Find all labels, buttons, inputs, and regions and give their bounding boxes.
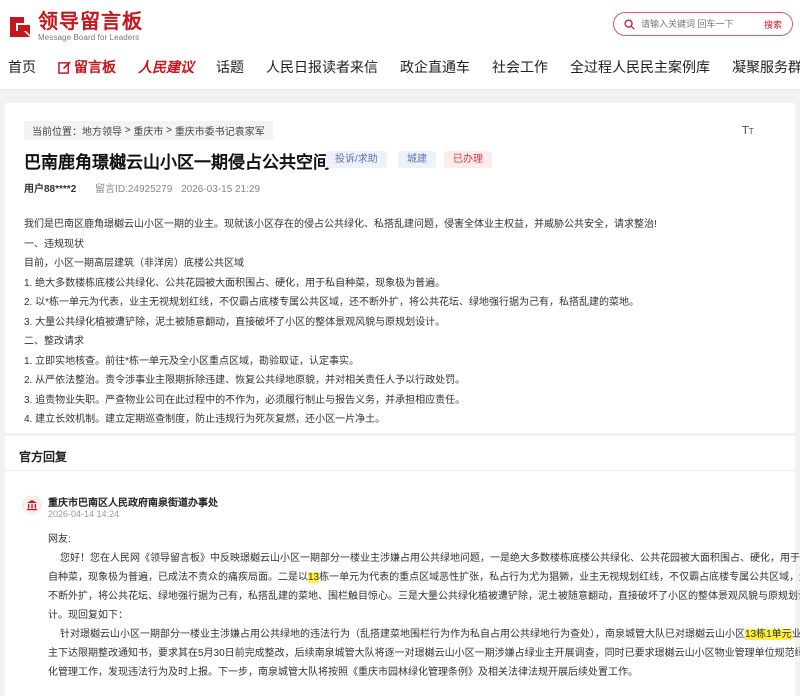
logo-icon (8, 15, 32, 39)
message-body: 我们是巴南区鹿角璟樾云山小区一期的业主。现就该小区存在的侵占公共绿化、私搭乱建问… (24, 215, 774, 430)
nav-gov-enterprise[interactable]: 政企直通车 (400, 57, 470, 77)
search-button[interactable]: 搜索 (764, 18, 782, 31)
message-paragraph: 2. 以*栋一单元为代表，业主无视规划红线，不仅霸占底楼专属公共区域，还不断外扩… (24, 297, 640, 308)
message-time: 2026-03-15 21:29 (181, 184, 261, 195)
logo-title: 领导留言板 (38, 9, 143, 33)
reply-paragraph: 您好！您在人民网《领导留言板》中反映璟樾云山小区一期部分一楼业主涉嫌占用公共绿地… (60, 553, 800, 564)
reply-text-span: 自种菜，现象极为普遍，已成法不责众的痛疾局面。二是以 (48, 572, 308, 583)
breadcrumb-item-chongqing[interactable]: 重庆市 (133, 123, 163, 138)
status-badge: 已办理 (444, 151, 492, 168)
message-id: 留言ID:24925279 (95, 184, 173, 195)
reply-body: 网友: 您好！您在人民网《领导留言板》中反映璟樾云山小区一期部分一楼业主涉嫌占用… (48, 530, 800, 682)
nav-topics[interactable]: 话题 (216, 57, 244, 77)
nav-message-board[interactable]: 留言板 (58, 57, 116, 77)
nav-serve-masses[interactable]: 凝聚服务群众 (732, 57, 800, 77)
breadcrumb-sep: > (122, 125, 134, 136)
site-header: 领导留言板 Message Board for Leaders 搜索 首页 留言… (0, 0, 800, 90)
reply-text-span: 业 (791, 629, 800, 640)
message-paragraph: 二、整改请求 (24, 336, 84, 347)
message-paragraph: 3. 追责物业失职。严查物业公司在此过程中的不作为，必须履行制止与报告义务，并承… (24, 394, 466, 406)
message-paragraph: 一、违规现状 (24, 238, 84, 250)
reply-paragraph: 针对璟樾云山小区一期部分一楼业主涉嫌占用公共绿地的违法行为（乱搭建菜地围栏行为作… (48, 625, 800, 644)
nav-home[interactable]: 首页 (8, 57, 36, 77)
search-box: 搜索 (613, 12, 793, 36)
reply-highlight: 13 (308, 572, 320, 583)
reply-text-span: 栋一单元为代表的重点区域恶性扩张，私占行为尤为猖獗，业主无视规划红线，不仅霸占底… (319, 572, 800, 583)
nav-people-suggestion[interactable]: 人民建议 (138, 57, 194, 77)
reply-org-name: 重庆市巴南区人民政府南泉街道办事处 (48, 498, 218, 509)
main-nav: 首页 留言板 人民建议 话题 人民日报读者来信 政企直通车 社会工作 全过程人民… (8, 57, 800, 77)
message-title: 巴南鹿角璟樾云山小区一期侵占公共空间 (24, 153, 330, 172)
message-paragraph: 1. 立即实地核查。前往*栋一单元及全小区重点区域，勘验取证，认定事实。 (24, 355, 360, 367)
message-meta: 用户88****2 留言ID:24925279 2026-03-15 21:29 (24, 180, 260, 195)
breadcrumb-prefix: 当前位置： (32, 127, 82, 138)
site-logo[interactable]: 领导留言板 Message Board for Leaders (8, 11, 143, 42)
divider (5, 470, 795, 471)
message-paragraph: 1. 绝大多数楼栋底楼公共绿化、公共花园被大面积围占、硬化，用于私自种菜，现象极… (24, 277, 446, 289)
reply-paragraph: 自种菜，现象极为普遍，已成法不责众的痛疾局面。二是以13栋一单元为代表的重点区域… (48, 568, 800, 587)
reply-time: 2026-04-14 14:24 (48, 509, 120, 519)
nav-readers-letters[interactable]: 人民日报读者来信 (266, 57, 378, 77)
edit-icon (58, 60, 71, 74)
logo-subtitle: Message Board for Leaders (38, 33, 140, 42)
message-user: 用户88****2 (24, 184, 77, 195)
search-input[interactable] (641, 19, 751, 29)
reply-section-title: 官方回复 (19, 450, 68, 464)
reply-paragraph: 计。现回复如下： (48, 610, 128, 621)
search-icon (624, 18, 635, 30)
reply-paragraph: 不断外扩，将公共花坛、绿地强行据为己有，私搭乱建的菜地、围栏触目惊心。三是大量公… (48, 591, 800, 602)
reply-highlight: 13栋1单元 (745, 629, 792, 640)
reply-text-span: 针对璟樾云山小区一期部分一楼业主涉嫌占用公共绿地的违法行为（乱搭建菜地围栏行为作… (60, 629, 745, 640)
font-size-toggle-icon[interactable]: TT (742, 124, 754, 137)
reply-paragraph: 化管理工作，发现违法行为及时上报。下一步，南泉城管大队将按照《重庆市园林绿化管理… (48, 667, 638, 678)
message-paragraph: 4. 建立长效机制。建立定期巡查制度，防止违规行为死灰复燃，还小区一片净土。 (24, 414, 386, 425)
breadcrumb-sep: > (163, 125, 175, 136)
message-paragraph: 目前，小区一期高层建筑（非洋房）底楼公共区域 (24, 258, 244, 269)
nav-democracy-cases[interactable]: 全过程人民民主案例库 (570, 57, 710, 77)
message-paragraph: 2. 从严依法整治。责令涉事业主限期拆除违建、恢复公共绿地原貌，并对相关责任人予… (24, 375, 466, 386)
tag-complaint[interactable]: 投诉/求助 (326, 151, 387, 168)
breadcrumb-item-leaders[interactable]: 地方领导 (82, 123, 122, 138)
message-paragraph: 我们是巴南区鹿角璟樾云山小区一期的业主。现就该小区存在的侵占公共绿化、私搭乱建问… (24, 219, 657, 230)
breadcrumb-item-secretary[interactable]: 重庆市委书记袁家军 (175, 123, 265, 138)
message-paragraph: 3. 大量公共绿化植被遭铲除，泥土被随意翻动，直接破坏了小区的整体景观风貌与原规… (24, 316, 446, 328)
government-building-icon (22, 495, 42, 515)
nav-message-board-label: 留言板 (74, 59, 116, 75)
reply-greeting: 网友: (48, 534, 71, 545)
nav-social-work[interactable]: 社会工作 (492, 57, 548, 77)
breadcrumb: 当前位置： 地方领导 > 重庆市 > 重庆市委书记袁家军 (24, 121, 273, 140)
reply-paragraph: 主下达限期整改通知书，要求其在5月30日前完成整改，后续南泉城管大队将逐一对璟樾… (48, 648, 800, 659)
tag-urban-construction[interactable]: 城建 (398, 151, 436, 168)
